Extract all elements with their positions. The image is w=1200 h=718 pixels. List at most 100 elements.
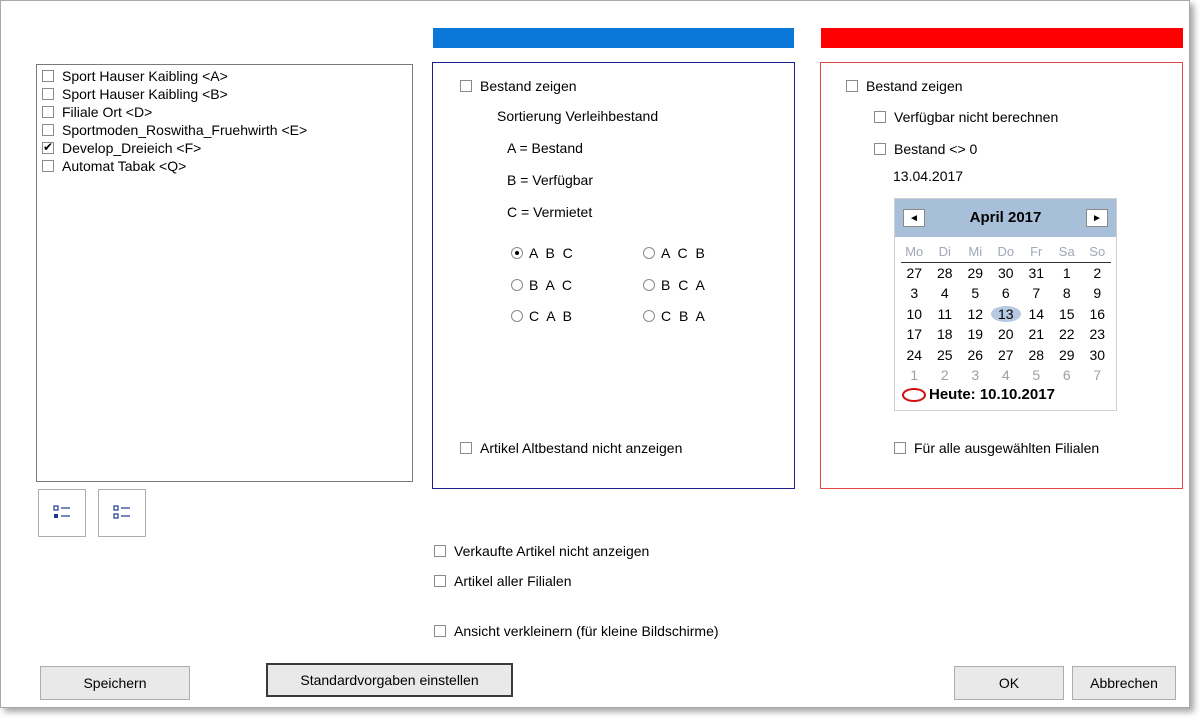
calendar-day[interactable]: 2 [1082,265,1113,281]
calendar-day[interactable]: 7 [1082,367,1113,383]
all-branches-articles[interactable]: Artikel aller Filialen [434,572,571,590]
save-button[interactable]: Speichern [40,666,190,700]
calendar-day[interactable]: 6 [991,285,1022,301]
radio-cba-dot[interactable] [643,310,655,322]
calendar-day[interactable]: 4 [930,285,961,301]
list-deselect-icon [113,505,130,519]
radio-abc[interactable]: A B C [511,244,575,262]
calendar-grid: Mo Di Mi Do Fr Sa So 27 28 29 30 31 1 2 … [899,241,1113,386]
show-stock-rental-checkbox[interactable] [460,80,472,92]
radio-abc-dot[interactable] [511,247,523,259]
calendar-day[interactable]: 29 [960,265,991,281]
calendar-day[interactable]: 9 [1082,285,1113,301]
calendar-day[interactable]: 5 [1021,367,1052,383]
calendar-day[interactable]: 26 [960,347,991,363]
hide-sold-checkbox[interactable] [434,545,446,557]
calendar-day[interactable]: 17 [899,326,930,342]
branch-checkbox-1[interactable] [42,88,54,100]
calendar-day[interactable]: 1 [899,367,930,383]
calendar-day[interactable]: 5 [960,285,991,301]
branch-checkbox-0[interactable] [42,70,54,82]
weekday-row: Mo Di Mi Do Fr Sa So [899,241,1113,262]
hide-old-stock[interactable]: Artikel Altbestand nicht anzeigen [460,439,682,457]
calendar-header: April 2017 ◄ ► [895,199,1116,237]
radio-bca[interactable]: B C A [643,276,707,294]
calendar-day[interactable]: 11 [930,306,961,322]
list-item[interactable]: Filiale Ort <D> [37,103,412,121]
radio-bca-dot[interactable] [643,279,655,291]
all-selected-branches[interactable]: Für alle ausgewählten Filialen [894,439,1099,457]
radio-bac[interactable]: B A C [511,276,574,294]
no-calc-available[interactable]: Verfügbar nicht berechnen [874,108,1058,126]
cancel-button[interactable]: Abbrechen [1072,666,1176,700]
calendar-day[interactable]: 12 [960,306,991,322]
branch-list[interactable]: Sport Hauser Kaibling <A> Sport Hauser K… [36,64,413,482]
calendar-day[interactable]: 30 [991,265,1022,281]
calendar-day[interactable]: 19 [960,326,991,342]
calendar-day[interactable]: 30 [1082,347,1113,363]
calendar-day[interactable]: 16 [1082,306,1113,322]
set-defaults-button[interactable]: Standardvorgaben einstellen [266,663,513,697]
calendar-today[interactable]: Heute: 10.10.2017 [901,386,1055,403]
radio-cba[interactable]: C B A [643,307,707,325]
calendar-day[interactable]: 31 [1021,265,1052,281]
compact-view-checkbox[interactable] [434,625,446,637]
list-item[interactable]: Automat Tabak <Q> [37,157,412,175]
calendar-day[interactable]: 28 [930,265,961,281]
calendar-day[interactable]: 3 [899,285,930,301]
calendar-day[interactable]: 27 [991,347,1022,363]
radio-bac-dot[interactable] [511,279,523,291]
calendar[interactable]: April 2017 ◄ ► Mo Di Mi Do Fr Sa So 27 2… [894,198,1117,411]
calendar-day[interactable]: 21 [1021,326,1052,342]
calendar-day[interactable]: 4 [991,367,1022,383]
selected-date[interactable]: 13.04.2017 [893,168,963,184]
stock-nonzero[interactable]: Bestand <> 0 [874,140,977,158]
show-stock-rental[interactable]: Bestand zeigen [460,77,577,95]
calendar-day[interactable]: 3 [960,367,991,383]
branch-checkbox-2[interactable] [42,106,54,118]
calendar-day[interactable]: 14 [1021,306,1052,322]
calendar-day[interactable]: 22 [1052,326,1083,342]
show-stock-sale[interactable]: Bestand zeigen [846,77,963,95]
calendar-day[interactable]: 23 [1082,326,1113,342]
show-stock-sale-checkbox[interactable] [846,80,858,92]
list-item[interactable]: Develop_Dreieich <F> [37,139,412,157]
no-calc-available-checkbox[interactable] [874,111,886,123]
calendar-day[interactable]: 1 [1052,265,1083,281]
calendar-day[interactable]: 24 [899,347,930,363]
calendar-day-selected[interactable]: 13 [990,305,1021,322]
branch-checkbox-5[interactable] [42,160,54,172]
select-all-button[interactable] [38,489,86,537]
radio-cab-dot[interactable] [511,310,523,322]
calendar-day[interactable]: 10 [899,306,930,322]
ok-button[interactable]: OK [954,666,1064,700]
stock-nonzero-checkbox[interactable] [874,143,886,155]
list-item[interactable]: Sport Hauser Kaibling <B> [37,85,412,103]
radio-acb-dot[interactable] [643,247,655,259]
prev-month-button[interactable]: ◄ [903,209,925,227]
calendar-day[interactable]: 18 [930,326,961,342]
calendar-day[interactable]: 25 [930,347,961,363]
hide-sold[interactable]: Verkaufte Artikel nicht anzeigen [434,542,649,560]
radio-cab[interactable]: C A B [511,307,574,325]
hide-old-stock-checkbox[interactable] [460,442,472,454]
list-item[interactable]: Sport Hauser Kaibling <A> [37,67,412,85]
calendar-day[interactable]: 2 [930,367,961,383]
branch-checkbox-4[interactable] [42,140,54,154]
calendar-day[interactable]: 28 [1021,347,1052,363]
compact-view[interactable]: Ansicht verkleinern (für kleine Bildschi… [434,622,719,640]
list-item[interactable]: Sportmoden_Roswitha_Fruehwirth <E> [37,121,412,139]
calendar-day[interactable]: 20 [991,326,1022,342]
calendar-day[interactable]: 7 [1021,285,1052,301]
deselect-all-button[interactable] [98,489,146,537]
radio-acb[interactable]: A C B [643,244,707,262]
branch-checkbox-3[interactable] [42,124,54,136]
calendar-day[interactable]: 6 [1052,367,1083,383]
calendar-day[interactable]: 29 [1052,347,1083,363]
calendar-day[interactable]: 27 [899,265,930,281]
next-month-button[interactable]: ► [1086,209,1108,227]
all-branches-articles-checkbox[interactable] [434,575,446,587]
calendar-day[interactable]: 8 [1052,285,1083,301]
calendar-day[interactable]: 15 [1052,306,1083,322]
all-selected-branches-checkbox[interactable] [894,442,906,454]
